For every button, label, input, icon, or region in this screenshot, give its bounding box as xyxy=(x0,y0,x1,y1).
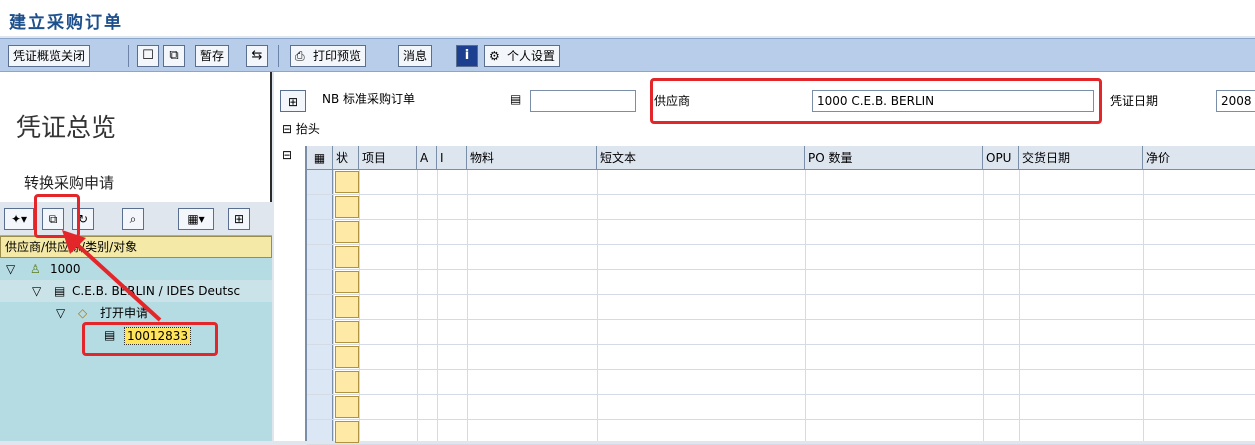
column-header[interactable]: 物料 xyxy=(467,146,597,170)
collapse-icon[interactable]: ▽ xyxy=(6,258,15,280)
status-cell[interactable] xyxy=(335,246,359,268)
header-section-label: 抬头 xyxy=(295,122,320,136)
table-row-divider xyxy=(307,244,1255,245)
column-header[interactable]: 交货日期 xyxy=(1019,146,1143,170)
table-column-divider xyxy=(597,170,598,441)
new-document-icon[interactable]: ☐ xyxy=(137,45,159,67)
info-icon[interactable]: i xyxy=(456,45,478,67)
document-type-dropdown-icon[interactable]: ▤ xyxy=(510,88,521,110)
table-column-divider xyxy=(805,170,806,441)
convert-requisition-label: 转换采购申请 xyxy=(24,174,115,192)
table-column-divider xyxy=(333,170,334,441)
column-header[interactable]: OPU xyxy=(983,146,1019,170)
document-date-field[interactable]: 2008 xyxy=(1216,90,1255,112)
row-selector-column[interactable] xyxy=(307,170,333,441)
document-number-field[interactable] xyxy=(530,90,636,112)
column-header[interactable]: 项目 xyxy=(359,146,417,170)
table-row-divider xyxy=(307,394,1255,395)
column-header[interactable]: 短文本 xyxy=(597,146,805,170)
status-cell[interactable] xyxy=(335,271,359,293)
table-column-divider xyxy=(1019,170,1020,441)
item-overview-icon[interactable]: ⊟ xyxy=(282,148,292,162)
document-date-label: 凭证日期 xyxy=(1110,94,1159,108)
items-table: ▦ 状 项目 A I 物料 短文本 PO 数量 OPU 交货日期 净价 xyxy=(306,146,1255,445)
title-bar: 建立采购订单 xyxy=(0,0,1255,36)
cart-icon[interactable]: ⊞ xyxy=(280,90,306,112)
header-icon: ⊟ xyxy=(282,122,293,136)
column-header[interactable]: 净价 xyxy=(1143,146,1255,170)
person-icon: ♙ xyxy=(30,262,41,276)
column-header[interactable]: PO 数量 xyxy=(805,146,983,170)
status-cell[interactable] xyxy=(335,196,359,218)
item-side-panel: ⊟ xyxy=(276,146,306,441)
toolbar-separator xyxy=(128,45,129,67)
find-icon[interactable]: ⌕ xyxy=(122,208,144,230)
status-cell[interactable] xyxy=(335,371,359,393)
pointer-arrow xyxy=(62,230,162,322)
personal-settings-label: 个人设置 xyxy=(507,49,556,63)
column-header[interactable]: I xyxy=(437,146,467,170)
table-row-divider xyxy=(307,294,1255,295)
document-type-value[interactable]: NB 标准采购订单 xyxy=(322,88,415,110)
copy-document-icon[interactable]: ⧉ xyxy=(163,45,185,67)
table-row-divider xyxy=(307,419,1255,420)
table-row-divider xyxy=(307,194,1255,195)
status-cell[interactable] xyxy=(335,321,359,343)
application-toolbar: 凭证概览关闭 ☐ ⧉ 暂存 ⇆ ⎙ 打印预览 消息 i ⚙ 个人设置 xyxy=(0,38,1255,72)
table-column-divider xyxy=(467,170,468,441)
table-column-divider xyxy=(417,170,418,441)
column-header[interactable]: A xyxy=(417,146,437,170)
status-cell[interactable] xyxy=(335,346,359,368)
header-section-toggle[interactable]: ⊟ 抬头 xyxy=(282,118,320,140)
items-table-header: ▦ 状 项目 A I 物料 短文本 PO 数量 OPU 交货日期 净价 xyxy=(307,146,1255,170)
table-column-divider xyxy=(1143,170,1144,441)
layout-icon[interactable]: ▦▾ xyxy=(178,208,214,230)
table-column-divider xyxy=(359,170,360,441)
overview-heading: 凭证总览 xyxy=(16,113,117,142)
status-cell[interactable] xyxy=(335,171,359,193)
highlight-vendor xyxy=(650,78,1102,124)
collapse-icon[interactable]: ▽ xyxy=(32,280,41,302)
hierarchy-icon[interactable]: ⊞ xyxy=(228,208,250,230)
other-document-icon[interactable]: ⇆ xyxy=(246,45,268,67)
print-preview-button[interactable]: ⎙ 打印预览 xyxy=(290,45,367,67)
window-title: 建立采购订单 xyxy=(9,13,123,33)
doc-overview-close-button[interactable]: 凭证概览关闭 xyxy=(8,45,91,67)
personal-settings-button[interactable]: ⚙ 个人设置 xyxy=(484,45,561,67)
print-preview-label: 打印预览 xyxy=(313,49,362,63)
save-draft-button[interactable]: 暂存 xyxy=(195,45,230,67)
status-cell[interactable] xyxy=(335,221,359,243)
expand-icon[interactable]: ✦▾ xyxy=(4,208,34,230)
print-preview-icon: ⎙ xyxy=(295,49,305,63)
settings-icon: ⚙ xyxy=(489,49,500,63)
column-header[interactable]: 状 xyxy=(333,146,359,170)
toolbar-separator xyxy=(278,45,279,67)
table-row-divider xyxy=(307,344,1255,345)
table-column-divider xyxy=(437,170,438,441)
status-cell[interactable] xyxy=(335,421,359,443)
table-row-divider xyxy=(307,219,1255,220)
table-row-divider xyxy=(307,319,1255,320)
status-cell[interactable] xyxy=(335,396,359,418)
table-row-divider xyxy=(307,369,1255,370)
status-cell[interactable] xyxy=(335,296,359,318)
select-all-icon[interactable]: ▦ xyxy=(307,146,333,170)
table-column-divider xyxy=(983,170,984,441)
messages-button[interactable]: 消息 xyxy=(398,45,433,67)
table-row-divider xyxy=(307,269,1255,270)
